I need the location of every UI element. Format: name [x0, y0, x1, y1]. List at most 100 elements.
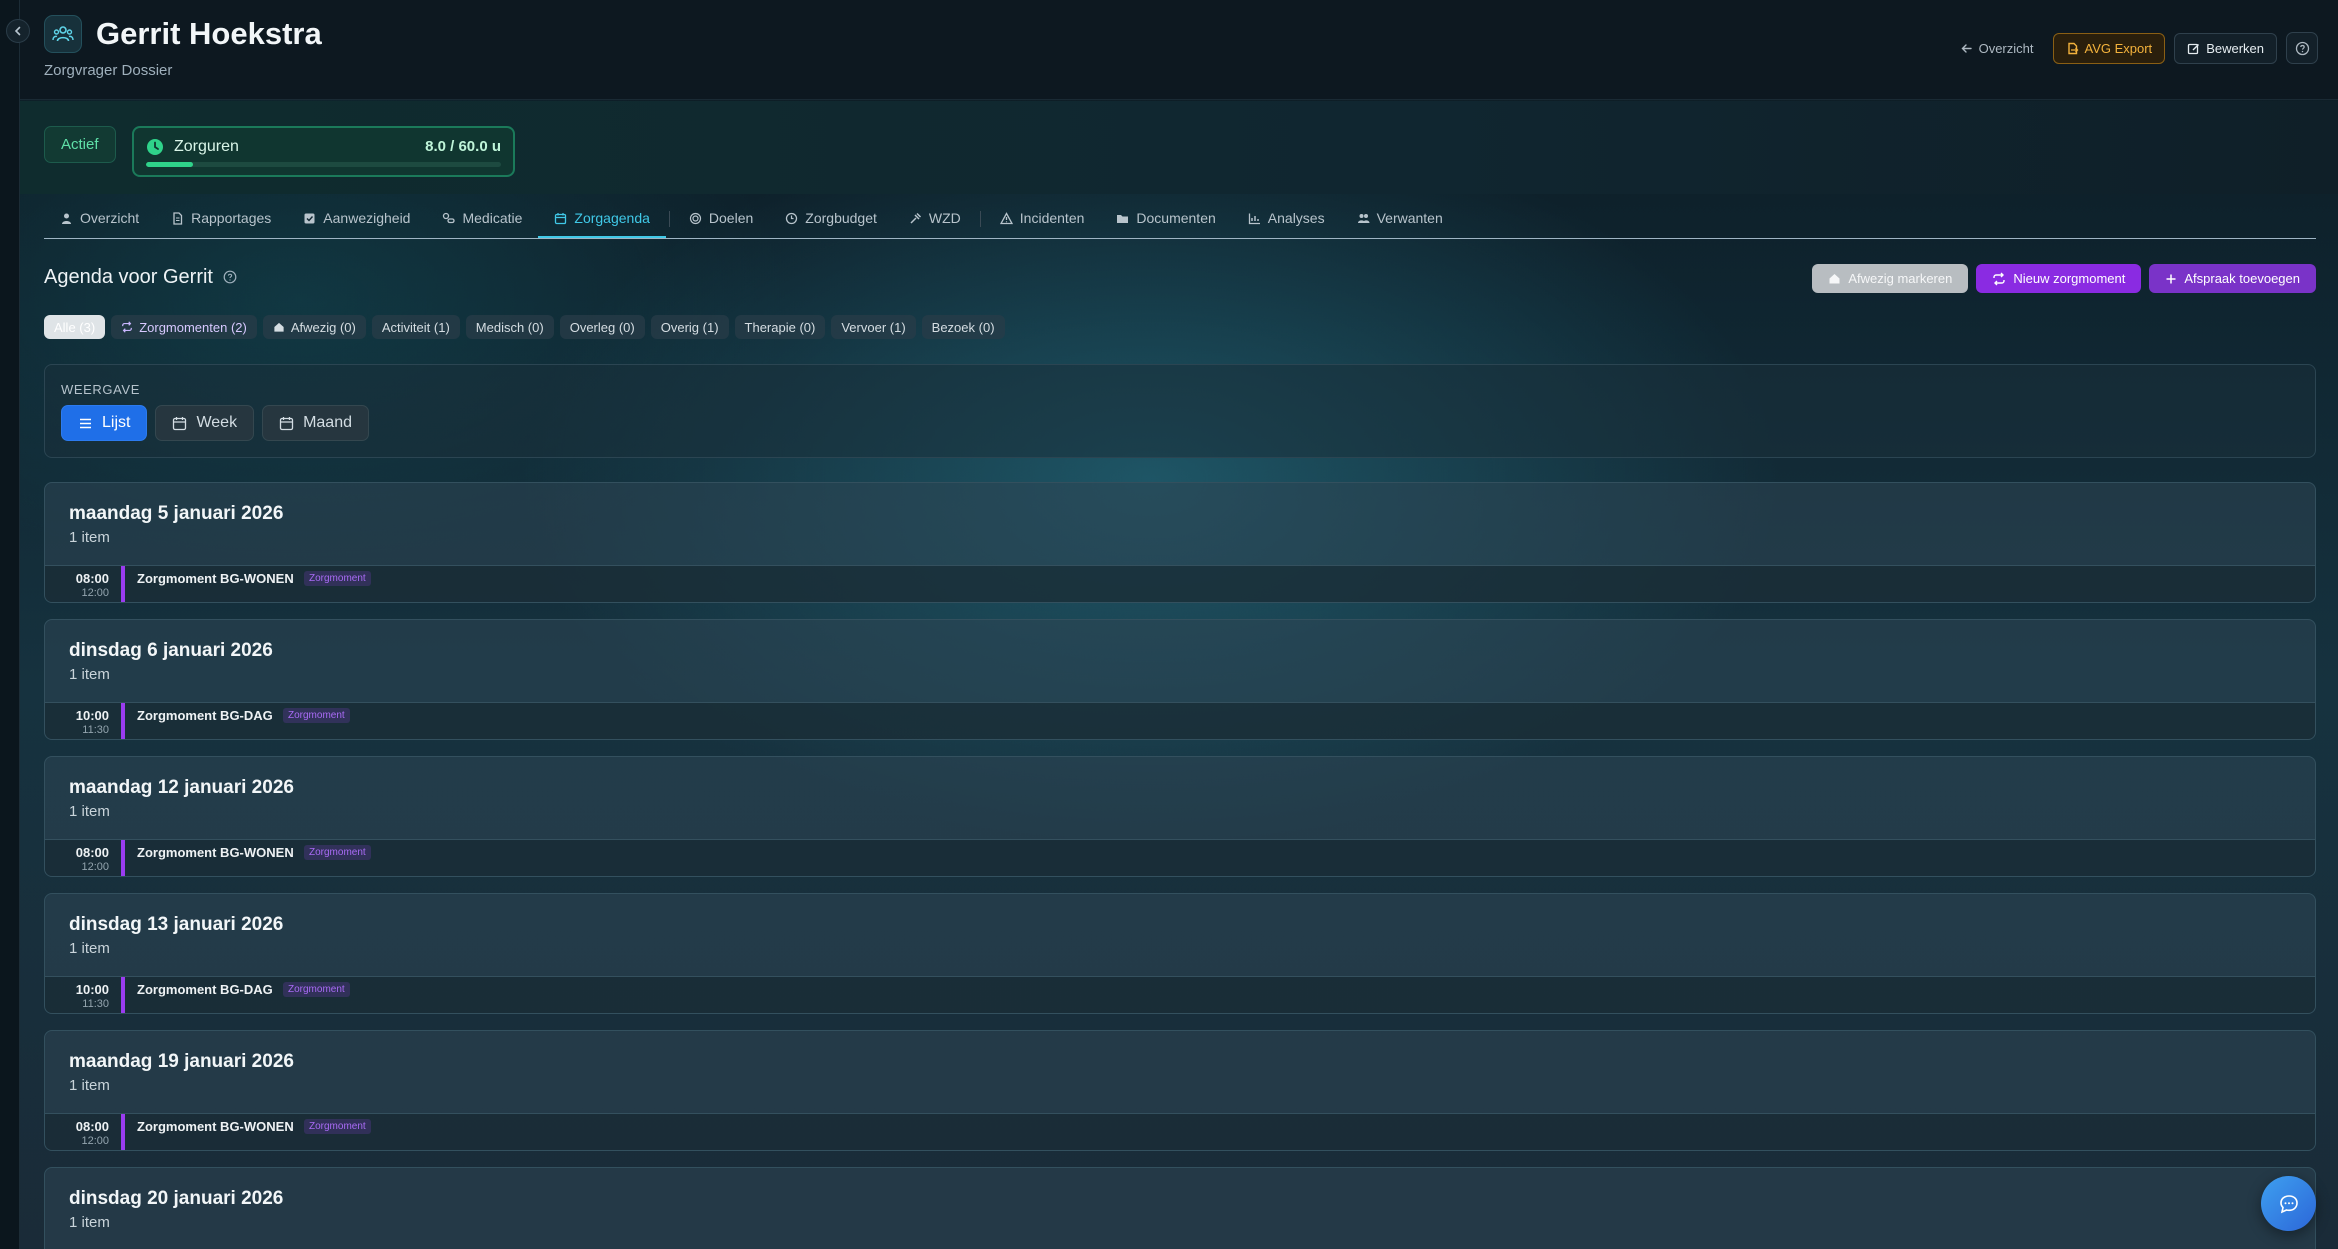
item-name: Zorgmoment BG-WONEN [137, 845, 294, 860]
chat-button[interactable] [2261, 1176, 2316, 1231]
agenda-help-icon[interactable] [223, 270, 237, 289]
item-type-bar [121, 1114, 125, 1150]
status-bar: Actief Zorguren 8.0 / 60.0 u [20, 101, 2338, 194]
filter-chip[interactable]: Activiteit (1) [371, 315, 460, 339]
tab-aanwezigheid[interactable]: Aanwezigheid [287, 205, 426, 237]
day-date: dinsdag 20 januari 2026 [69, 1188, 284, 1209]
item-type-badge: Zorgmoment [304, 845, 371, 860]
view-list-button[interactable]: Lijst [61, 405, 148, 441]
day-date: dinsdag 13 januari 2026 [69, 914, 284, 935]
item-name: Zorgmoment BG-DAG [137, 982, 273, 997]
tab-label: Zorgagenda [574, 210, 650, 226]
filter-chip[interactable]: Bezoek (0) [921, 315, 1005, 339]
file-export-icon [2067, 42, 2078, 54]
item-type-badge: Zorgmoment [283, 708, 350, 723]
filter-label: Overig (1) [660, 319, 719, 335]
repeat-icon [122, 321, 133, 333]
help-button[interactable] [2286, 32, 2318, 64]
filter-chip[interactable]: Overleg (0) [559, 315, 645, 339]
care-hours-progress-fill [146, 162, 194, 167]
item-name: Zorgmoment BG-WONEN [137, 571, 294, 586]
home-icon [274, 322, 284, 332]
edit-button[interactable]: Bewerken [2174, 32, 2277, 64]
tab-doelen[interactable]: Doelen [673, 205, 769, 237]
tab-wzd[interactable]: WZD [893, 205, 977, 237]
day-card: maandag 12 januari 2026 1 item 08:00 12:00 Z… [44, 756, 2316, 877]
tab-documenten[interactable]: Documenten [1100, 205, 1231, 237]
tab-rapportages[interactable]: Rapportages [155, 205, 287, 237]
tab-medicatie[interactable]: Medicatie [426, 205, 538, 237]
filter-chip[interactable]: Overig (1) [650, 315, 729, 339]
tab-label: Analyses [1267, 210, 1325, 226]
tab-label: Zorgbudget [805, 210, 877, 226]
back-to-overview-link[interactable]: Overzicht [1950, 35, 2044, 62]
document-icon [173, 211, 183, 225]
page-subtitle: Zorgvrager Dossier [44, 62, 173, 79]
agenda-actions: Afwezig markeren Nieuw zorgmoment Afspra… [1812, 264, 2316, 293]
filter-label: Bezoek (0) [931, 319, 995, 335]
filter-chip[interactable]: Zorgmomenten (2) [111, 315, 257, 339]
tab-verwanten[interactable]: Verwanten [1341, 205, 1459, 237]
item-start-time: 10:00 [75, 708, 109, 723]
tab-divider [668, 211, 670, 227]
tab-zorgagenda[interactable]: Zorgagenda [538, 205, 666, 238]
view-month-button[interactable]: Maand [262, 405, 369, 441]
care-hours-value: 8.0 / 60.0 u [425, 138, 501, 155]
edit-icon [2188, 43, 2200, 54]
item-type-bar [121, 840, 125, 876]
view-week-button[interactable]: Week [155, 405, 255, 441]
filter-label: Alle (3) [54, 319, 96, 335]
avg-export-label: AVG Export [2084, 40, 2153, 56]
people-group-icon [52, 26, 74, 42]
filter-chip[interactable]: Medisch (0) [465, 315, 554, 339]
chevron-left-icon [14, 26, 21, 36]
new-zorgmoment-label: Nieuw zorgmoment [2013, 271, 2126, 286]
calendar-icon [173, 416, 187, 430]
item-end-time: 12:00 [81, 587, 109, 599]
item-name: Zorgmoment BG-WONEN [137, 1119, 294, 1134]
filter-chip[interactable]: Afwezig (0) [262, 315, 366, 339]
filter-label: Overleg (0) [569, 319, 635, 335]
agenda-item[interactable]: 08:00 12:00 Zorgmoment BG-WONEN Zorgmoment [45, 565, 2315, 602]
item-type-bar [121, 566, 125, 602]
item-end-time: 11:30 [82, 998, 109, 1010]
tab-divider [979, 211, 981, 227]
chart-icon [1248, 213, 1260, 224]
view-month-label: Maand [303, 414, 352, 431]
filter-label: Afwezig (0) [290, 319, 356, 335]
agenda-item[interactable]: 10:00 11:30 Zorgmoment BG-DAG Zorgmoment [45, 976, 2315, 1013]
view-switcher: Lijst Week Maand [61, 405, 369, 441]
day-card: dinsdag 20 januari 2026 1 item [44, 1167, 2316, 1249]
filter-chip[interactable]: Alle (3) [44, 315, 106, 339]
mark-absent-button[interactable]: Afwezig markeren [1812, 264, 1969, 293]
item-type-bar [121, 977, 125, 1013]
tab-overzicht[interactable]: Overzicht [44, 205, 155, 237]
day-card: dinsdag 13 januari 2026 1 item 10:00 11:30 Z… [44, 893, 2316, 1014]
tab-zorgbudget[interactable]: Zorgbudget [769, 205, 893, 237]
day-date: maandag 5 januari 2026 [69, 503, 284, 524]
back-label: Overzicht [1978, 40, 2034, 56]
tab-label: Incidenten [1019, 210, 1085, 226]
plus-icon [2166, 274, 2176, 283]
add-appointment-button[interactable]: Afspraak toevoegen [2149, 264, 2316, 293]
person-icon [62, 213, 71, 224]
item-end-time: 12:00 [81, 861, 109, 873]
agenda-item[interactable]: 08:00 12:00 Zorgmoment BG-WONEN Zorgmoment [45, 1113, 2315, 1150]
filter-chip[interactable]: Therapie (0) [734, 315, 826, 339]
view-label: WEERGAVE [61, 382, 140, 397]
avg-export-button[interactable]: AVG Export [2052, 32, 2166, 64]
day-card: maandag 19 januari 2026 1 item 08:00 12:00 Z… [44, 1030, 2316, 1151]
sidebar-collapse-button[interactable] [6, 19, 30, 43]
header-actions: Overzicht AVG Export Bewerken [1950, 32, 2318, 64]
item-type-badge: Zorgmoment [304, 1119, 371, 1134]
new-zorgmoment-button[interactable]: Nieuw zorgmoment [1976, 264, 2142, 293]
tab-analyses[interactable]: Analyses [1232, 205, 1341, 237]
filter-label: Activiteit (1) [381, 319, 450, 335]
pills-icon [443, 212, 456, 223]
agenda-item[interactable]: 08:00 12:00 Zorgmoment BG-WONEN Zorgmoment [45, 839, 2315, 876]
tab-incidenten[interactable]: Incidenten [984, 205, 1101, 237]
agenda-item[interactable]: 10:00 11:30 Zorgmoment BG-DAG Zorgmoment [45, 702, 2315, 739]
item-start-time: 10:00 [75, 982, 109, 997]
filter-chip[interactable]: Vervoer (1) [831, 315, 916, 339]
list-icon [80, 418, 91, 428]
